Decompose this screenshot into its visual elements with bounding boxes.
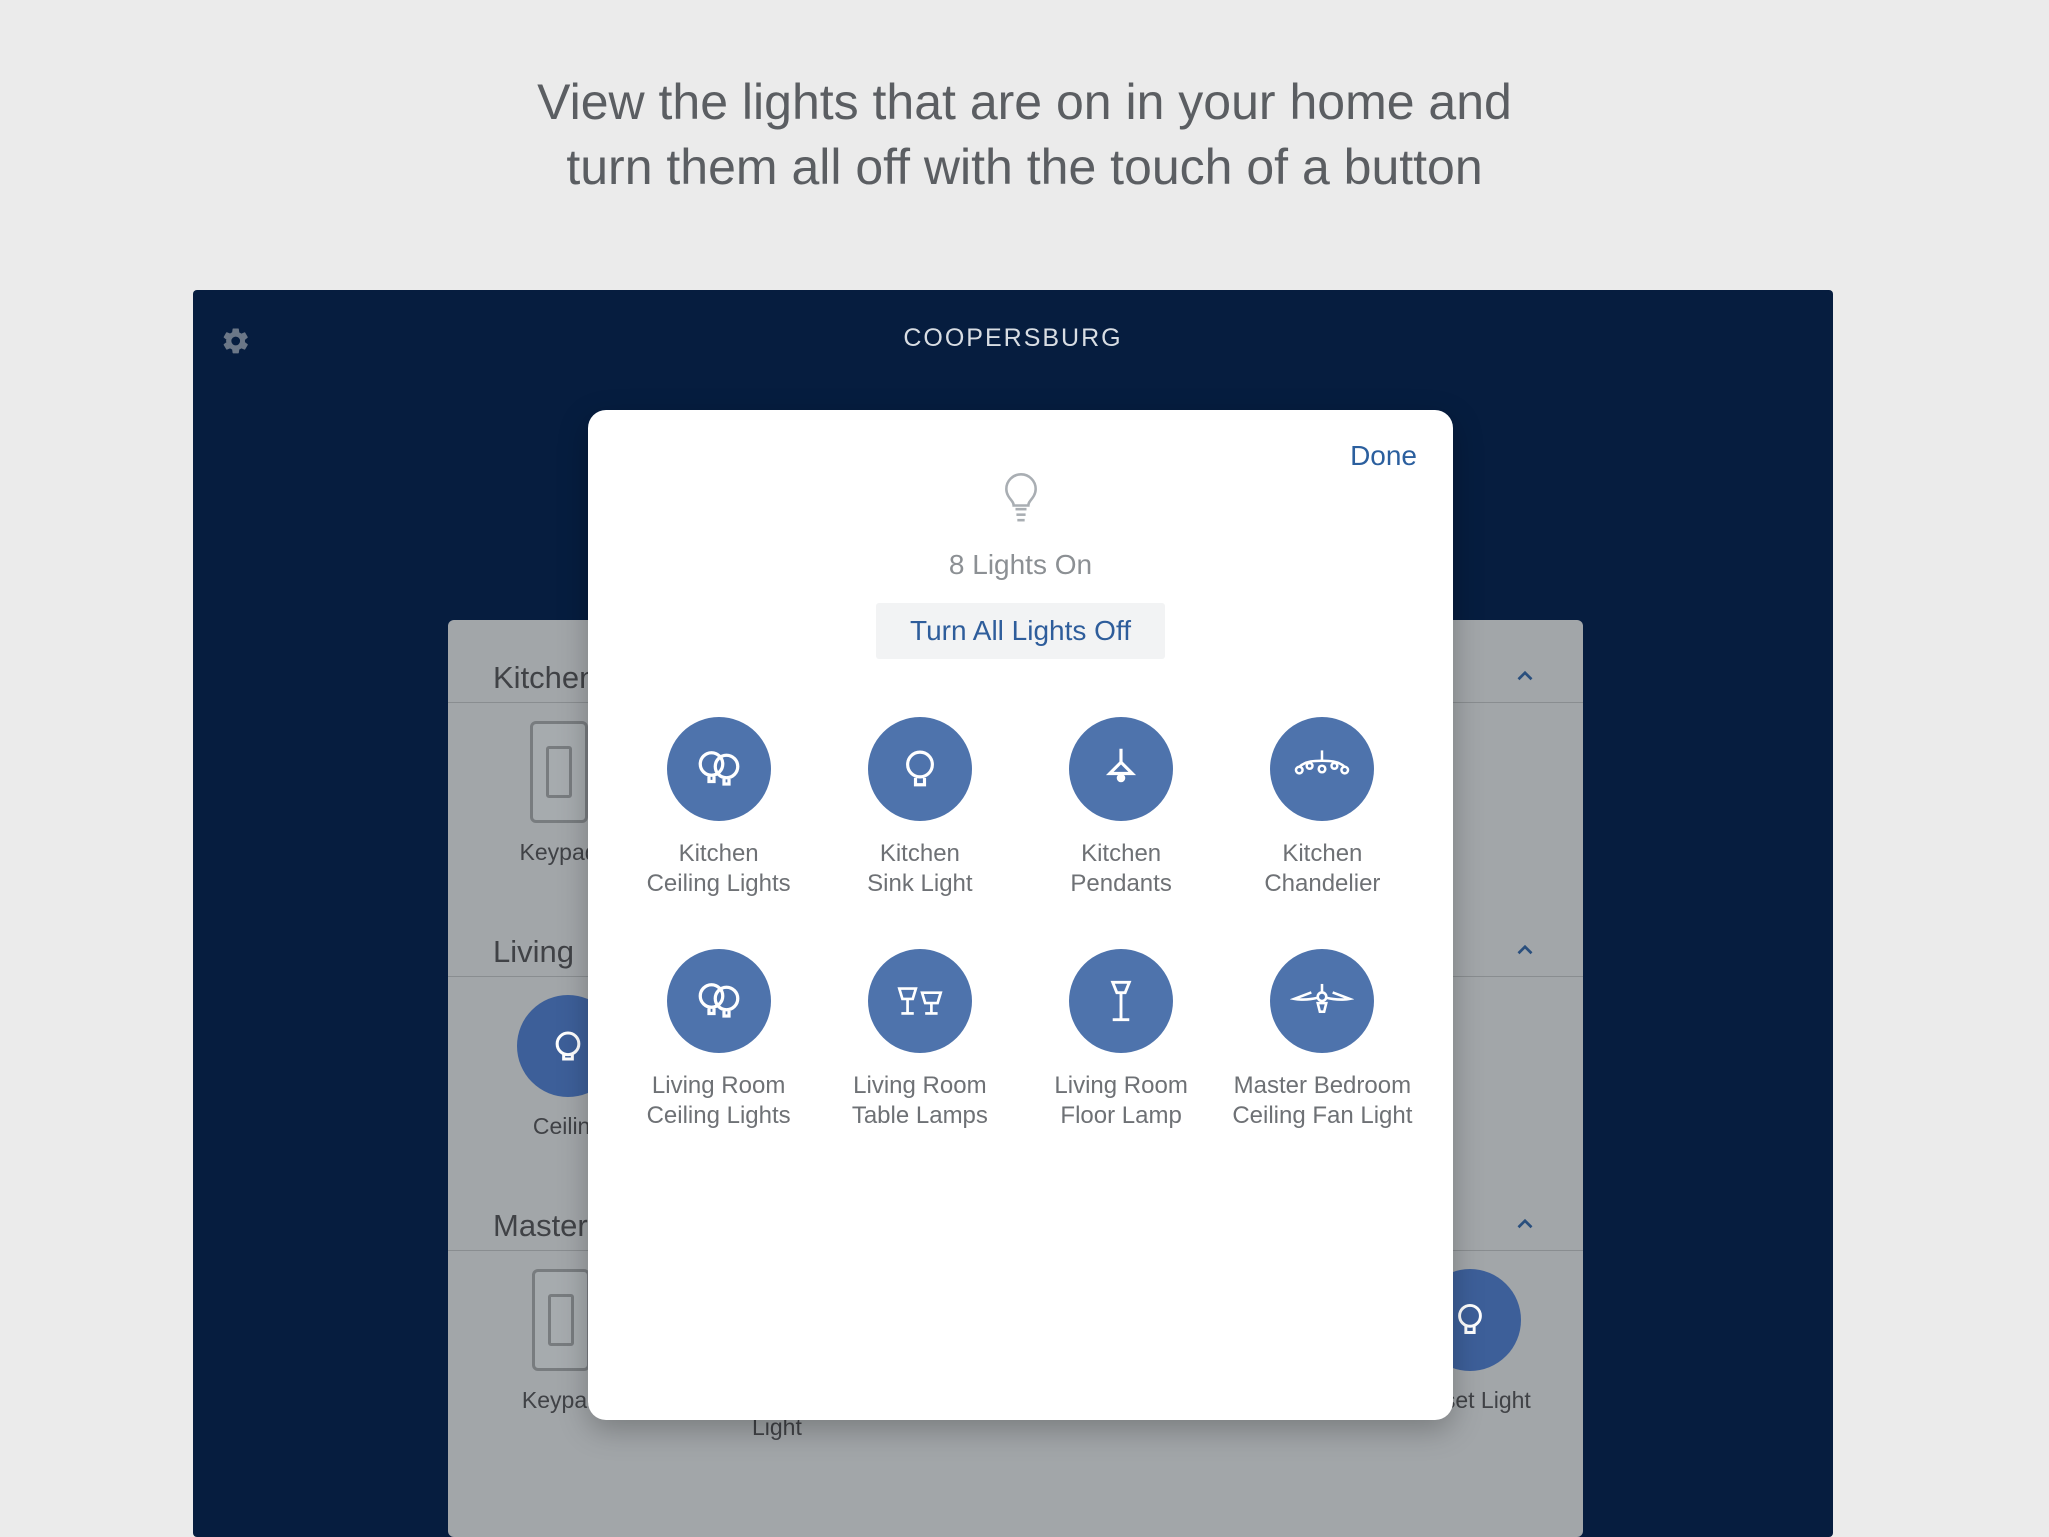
fan-icon: [1270, 949, 1374, 1053]
light-label: KitchenChandelier: [1222, 839, 1423, 899]
light-kitchen-pendants[interactable]: KitchenPendants: [1021, 717, 1222, 899]
marketing-line1: View the lights that are on in your home…: [0, 70, 2049, 135]
bulbs-icon: [667, 949, 771, 1053]
keypad-icon: [532, 1269, 590, 1371]
done-button[interactable]: Done: [1350, 440, 1417, 472]
bulbs-icon: [667, 717, 771, 821]
light-label: Living RoomCeiling Lights: [618, 1071, 819, 1131]
lights-count-label: 8 Lights On: [618, 549, 1423, 581]
lights-on-grid: KitchenCeiling Lights KitchenSink Light …: [618, 717, 1423, 1131]
light-kitchen-sink[interactable]: KitchenSink Light: [819, 717, 1020, 899]
light-kitchen-ceiling[interactable]: KitchenCeiling Lights: [618, 717, 819, 899]
light-master-fan[interactable]: Master BedroomCeiling Fan Light: [1222, 949, 1423, 1131]
light-label: Living RoomTable Lamps: [819, 1071, 1020, 1131]
chandelier-icon: [1270, 717, 1374, 821]
zone-title-kitchen: Kitchen: [493, 660, 596, 696]
turn-all-off-button[interactable]: Turn All Lights Off: [876, 603, 1165, 659]
app-header: Coopersburg: [193, 290, 1833, 365]
gear-icon[interactable]: [221, 326, 251, 361]
chevron-up-icon[interactable]: [1512, 1211, 1538, 1242]
light-label: KitchenCeiling Lights: [618, 839, 819, 899]
light-kitchen-chandelier[interactable]: KitchenChandelier: [1222, 717, 1423, 899]
bulb-icon: [868, 717, 972, 821]
zone-title-master: Master: [493, 1208, 588, 1244]
marketing-line2: turn them all off with the touch of a bu…: [0, 135, 2049, 200]
light-label: Master BedroomCeiling Fan Light: [1222, 1071, 1423, 1131]
chevron-up-icon[interactable]: [1512, 663, 1538, 694]
light-label: KitchenSink Light: [819, 839, 1020, 899]
zone-title-living: Living: [493, 934, 574, 970]
lights-on-modal: Done 8 Lights On Turn All Lights Off Kit…: [588, 410, 1453, 1420]
keypad-icon: [530, 721, 588, 823]
floor-lamp-icon: [1069, 949, 1173, 1053]
table-lamps-icon: [868, 949, 972, 1053]
light-living-table-lamps[interactable]: Living RoomTable Lamps: [819, 949, 1020, 1131]
pendant-icon: [1069, 717, 1173, 821]
light-label: KitchenPendants: [1021, 839, 1222, 899]
light-living-ceiling[interactable]: Living RoomCeiling Lights: [618, 949, 819, 1131]
lightbulb-icon: [999, 470, 1043, 535]
modal-header: 8 Lights On Turn All Lights Off: [618, 470, 1423, 659]
chevron-up-icon[interactable]: [1512, 937, 1538, 968]
light-living-floor-lamp[interactable]: Living RoomFloor Lamp: [1021, 949, 1222, 1131]
app-title: Coopersburg: [903, 324, 1122, 353]
marketing-heading: View the lights that are on in your home…: [0, 0, 2049, 200]
light-label: Living RoomFloor Lamp: [1021, 1071, 1222, 1131]
